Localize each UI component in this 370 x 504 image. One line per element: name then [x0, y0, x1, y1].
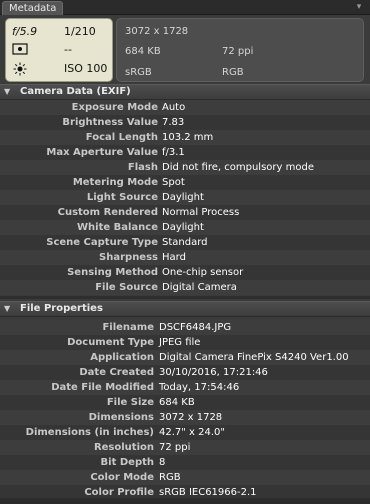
- iso-value: ISO 100: [64, 62, 108, 75]
- file-row: Bit Depth 8: [0, 455, 370, 470]
- file-row: Dimensions 3072 x 1728: [0, 410, 370, 425]
- row-label: Application: [90, 352, 154, 363]
- row-value: RGB: [159, 472, 181, 483]
- row-label: Flash: [127, 162, 158, 173]
- row-value: Spot: [162, 177, 185, 188]
- row-value: Daylight: [162, 222, 204, 233]
- exif-row: File Source Digital Camera: [0, 280, 370, 295]
- section-title-file-properties: File Properties: [20, 303, 103, 314]
- row-label: Date Created: [79, 367, 154, 378]
- aperture-value: f/5.9: [12, 25, 38, 38]
- exif-row: Scene Capture Type Standard: [0, 235, 370, 250]
- exposure-comp-icon: [12, 43, 28, 58]
- row-label: Custom Rendered: [57, 207, 158, 218]
- section-header-file-properties[interactable]: ▼ File Properties: [0, 301, 370, 317]
- file-row: Resolution 72 ppi: [0, 440, 370, 455]
- exif-row: Brightness Value 7.83: [0, 115, 370, 130]
- row-label: Date File Modified: [51, 382, 154, 393]
- row-value: 3072 x 1728: [159, 412, 223, 423]
- exif-row: Sensing Method One-chip sensor: [0, 265, 370, 280]
- row-value: 684 KB: [159, 397, 195, 408]
- panel-bottom-edge: [0, 498, 370, 504]
- row-value: Auto: [162, 102, 186, 113]
- summary-color-profile: sRGB: [125, 67, 152, 78]
- metadata-summary: f/5.9 1/210 -- ISO 100 3072 x 1728 684 K…: [0, 15, 370, 84]
- file-row: Filename DSCF6484.JPG: [0, 320, 370, 335]
- row-label: Document Type: [67, 337, 154, 348]
- exif-row: Light Source Daylight: [0, 190, 370, 205]
- exif-row: White Balance Daylight: [0, 220, 370, 235]
- section-divider: [0, 296, 370, 299]
- row-value: Normal Process: [162, 207, 240, 218]
- row-label: Color Mode: [90, 472, 154, 483]
- summary-resolution: 72 ppi: [222, 46, 254, 57]
- row-label: Max Aperture Value: [46, 147, 158, 158]
- summary-file-size: 684 KB: [125, 46, 161, 57]
- row-label: Light Source: [86, 192, 158, 203]
- row-value: Daylight: [162, 192, 204, 203]
- row-value: Digital Camera FinePix S4240 Ver1.00: [159, 352, 349, 363]
- section-title-exif: Camera Data (EXIF): [20, 86, 131, 97]
- row-value: DSCF6484.JPG: [159, 322, 232, 333]
- exif-row: Exposure Mode Auto: [0, 100, 370, 115]
- section-header-exif[interactable]: ▼ Camera Data (EXIF): [0, 84, 370, 100]
- summary-color-mode: RGB: [222, 67, 244, 78]
- row-value: Hard: [162, 252, 186, 263]
- exif-row: Flash Did not fire, compulsory mode: [0, 160, 370, 175]
- row-value: Digital Camera: [162, 282, 237, 293]
- row-label: Filename: [102, 322, 154, 333]
- row-value: 42.7" x 24.0": [159, 427, 226, 438]
- row-label: Brightness Value: [62, 117, 158, 128]
- row-value: Standard: [162, 237, 208, 248]
- row-label: Sensing Method: [67, 267, 158, 278]
- row-value: 30/10/2016, 17:21:46: [159, 367, 268, 378]
- exif-row: Metering Mode Spot: [0, 175, 370, 190]
- exif-row: Max Aperture Value f/3.1: [0, 145, 370, 160]
- row-label: Sharpness: [99, 252, 158, 263]
- row-value: JPEG file: [159, 337, 201, 348]
- row-label: File Size: [106, 397, 154, 408]
- row-label: Focal Length: [85, 132, 158, 143]
- exif-row: Sharpness Hard: [0, 250, 370, 265]
- panel-menu-icon[interactable]: ▾: [352, 1, 366, 13]
- row-label: Bit Depth: [100, 457, 154, 468]
- row-value: 8: [159, 457, 166, 468]
- file-row: Dimensions (in inches) 42.7" x 24.0": [0, 425, 370, 440]
- shutter-speed-value: 1/210: [64, 25, 96, 38]
- file-property-rows: Filename DSCF6484.JPG Document Type JPEG f…: [0, 320, 370, 500]
- file-row: Color Mode RGB: [0, 470, 370, 485]
- exif-rows: Exposure Mode Auto Brightness Value 7.83 F…: [0, 100, 370, 296]
- row-value: One-chip sensor: [162, 267, 244, 278]
- camera-settings-summary: f/5.9 1/210 -- ISO 100: [5, 18, 113, 82]
- row-value: 7.83: [162, 117, 185, 128]
- file-row: Date Created 30/10/2016, 17:21:46: [0, 365, 370, 380]
- panel-tab-bar: Metadata ▾: [0, 0, 370, 15]
- collapse-triangle-icon[interactable]: ▼: [4, 302, 10, 316]
- summary-dimensions: 3072 x 1728: [125, 26, 189, 37]
- row-label: Metering Mode: [72, 177, 158, 188]
- row-label: Exposure Mode: [71, 102, 158, 113]
- row-value: Today, 17:54:46: [159, 382, 240, 393]
- file-info-summary: 3072 x 1728 684 KB 72 ppi sRGB RGB: [116, 18, 364, 82]
- row-label: Dimensions (in inches): [25, 427, 154, 438]
- exif-row: Custom Rendered Normal Process: [0, 205, 370, 220]
- file-row: Document Type JPEG file: [0, 335, 370, 350]
- file-row: File Size 684 KB: [0, 395, 370, 410]
- file-row: Date File Modified Today, 17:54:46: [0, 380, 370, 395]
- row-value: 103.2 mm: [162, 132, 214, 143]
- row-label: Dimensions: [88, 412, 154, 423]
- collapse-triangle-icon[interactable]: ▼: [4, 85, 10, 99]
- row-label: File Source: [95, 282, 158, 293]
- exif-row: Focal Length 103.2 mm: [0, 130, 370, 145]
- tab-metadata[interactable]: Metadata: [2, 1, 64, 15]
- white-balance-sun-icon: [12, 62, 28, 79]
- row-value: f/3.1: [162, 147, 185, 158]
- row-label: Scene Capture Type: [46, 237, 158, 248]
- row-label: Resolution: [93, 442, 154, 453]
- exposure-compensation-value: --: [64, 43, 72, 56]
- row-label: White Balance: [77, 222, 158, 233]
- file-row: Application Digital Camera FinePix S4240 …: [0, 350, 370, 365]
- row-value: Did not fire, compulsory mode: [162, 162, 314, 173]
- row-value: 72 ppi: [159, 442, 191, 453]
